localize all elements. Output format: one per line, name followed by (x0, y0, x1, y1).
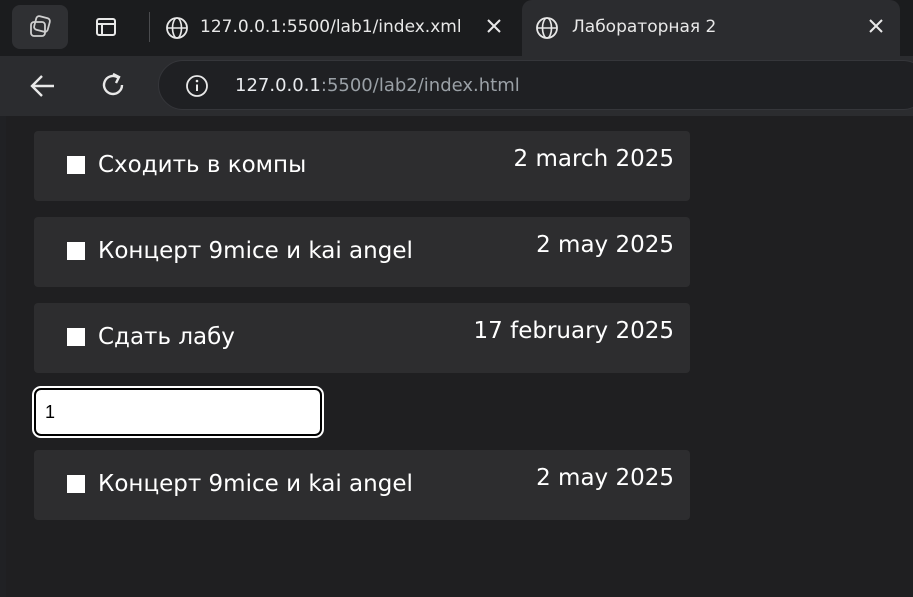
task-text: Сдать лабу (98, 324, 235, 350)
page-content: Сходить в компы 2 march 2025 Концерт 9mi… (6, 116, 913, 597)
task-text: Сходить в компы (98, 152, 307, 178)
url-path: :5500/lab2/index.html (320, 75, 520, 96)
tab-title: 127.0.0.1:5500/lab1/index.xml (200, 17, 462, 37)
workspaces-button[interactable] (12, 5, 68, 49)
task-checkbox[interactable] (67, 156, 85, 174)
tab-separator (149, 12, 150, 42)
task-item[interactable]: Концерт 9mice и kai angel 2 may 2025 (34, 217, 690, 287)
task-date: 17 february 2025 (473, 318, 674, 344)
close-icon[interactable] (484, 16, 504, 36)
info-icon[interactable] (185, 74, 209, 98)
back-arrow-icon[interactable] (26, 69, 60, 103)
task-item[interactable]: Сходить в компы 2 march 2025 (34, 131, 690, 201)
task-checkbox[interactable] (67, 475, 85, 493)
tab-lab2[interactable]: Лабораторная 2 (522, 0, 900, 56)
url-text: 127.0.0.1:5500/lab2/index.html (235, 75, 520, 96)
tab-actions-button[interactable] (82, 5, 130, 49)
tab-actions-icon (96, 18, 116, 36)
reload-icon[interactable] (96, 68, 130, 102)
task-date: 2 march 2025 (513, 146, 674, 172)
url-host: 127.0.0.1 (235, 75, 321, 96)
tab-lab1[interactable]: 127.0.0.1:5500/lab1/index.xml (156, 0, 518, 56)
task-item[interactable]: Концерт 9mice и kai angel 2 may 2025 (34, 450, 690, 520)
address-bar[interactable]: 127.0.0.1:5500/lab2/index.html (158, 60, 913, 110)
task-checkbox[interactable] (67, 328, 85, 346)
task-input[interactable] (32, 386, 324, 438)
tab-title: Лабораторная 2 (572, 17, 717, 37)
task-text: Концерт 9mice и kai angel (98, 471, 413, 497)
task-date: 2 may 2025 (536, 465, 674, 491)
globe-icon (166, 17, 188, 39)
task-item[interactable]: Сдать лабу 17 february 2025 (34, 303, 690, 373)
workspaces-icon (30, 15, 51, 37)
globe-icon (536, 17, 558, 39)
task-checkbox[interactable] (67, 242, 85, 260)
task-text: Концерт 9mice и kai angel (98, 238, 413, 264)
tab-bar: 127.0.0.1:5500/lab1/index.xml Лабораторн… (0, 0, 913, 56)
close-icon[interactable] (866, 16, 886, 36)
task-date: 2 may 2025 (536, 232, 674, 258)
browser-toolbar: 127.0.0.1:5500/lab2/index.html (0, 56, 913, 116)
